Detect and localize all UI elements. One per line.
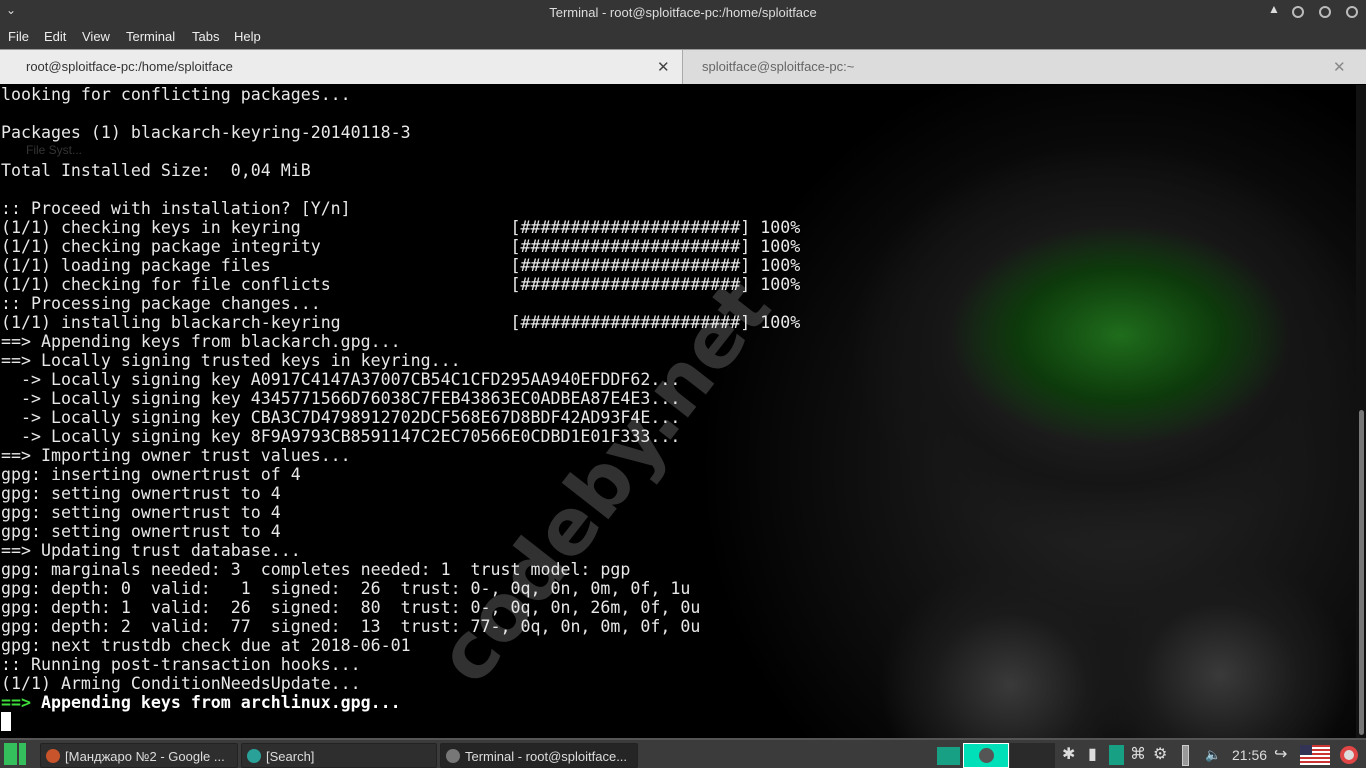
bluetooth-icon[interactable]: ✱ [1062,744,1075,764]
menu-bar: File Edit View Terminal Tabs Help [0,25,1366,49]
terminal-line: gpg: setting ownertrust to 4 [1,522,281,541]
taskbar: [Манджаро №2 - Google ... [Search] Termi… [0,738,1366,768]
taskbar-item-label: [Search] [266,749,315,764]
app-icon[interactable] [1340,746,1358,764]
title-bar: ⌄ Terminal - root@sploitface-pc:/home/sp… [0,0,1366,25]
logout-icon[interactable]: ↪ [1274,744,1287,764]
taskbar-item-terminal[interactable]: Terminal - root@sploitface... [440,743,638,768]
maximize-button[interactable] [1319,6,1331,18]
terminal-line: gpg: setting ownertrust to 4 [1,503,281,522]
terminal-line: (1/1) checking keys in keyring [########… [1,218,801,237]
taskbar-item-label: Terminal - root@sploitface... [465,749,628,764]
terminal-line: (1/1) installing blackarch-keyring [####… [1,313,801,332]
settings-gear-icon[interactable]: ⚙ [1153,744,1167,764]
terminal-line: ==> Locally signing trusted keys in keyr… [1,351,461,370]
scrollbar[interactable] [1356,85,1366,738]
minimize-icon[interactable]: ▲ [1268,2,1280,16]
menu-edit[interactable]: Edit [44,29,66,44]
terminal-line-current: ==> Appending keys from archlinux.gpg... [1,693,800,712]
terminal-line: ==> Importing owner trust values... [1,446,351,465]
terminal-line: (1/1) Arming ConditionNeedsUpdate... [1,674,361,693]
taskbar-item-browser[interactable]: [Манджаро №2 - Google ... [40,743,238,768]
terminal-line: ==> Updating trust database... [1,541,301,560]
workspace-2-active[interactable] [963,743,1009,768]
terminal-line: gpg: inserting ownertrust of 4 [1,465,301,484]
tab-label: root@sploitface-pc:/home/sploitface [26,59,233,74]
battery-icon[interactable] [1182,745,1189,766]
terminal-line: Packages (1) blackarch-keyring-20140118-… [1,123,411,142]
terminal-line: :: Running post-transaction hooks... [1,655,361,674]
volume-icon[interactable]: 🔈 [1205,747,1221,763]
close-tab-icon[interactable]: ✕ [657,58,670,76]
terminal-line: -> Locally signing key A0917C4147A37007C… [1,370,681,389]
terminal-line: -> Locally signing key CBA3C7D4798912702… [1,408,681,427]
terminal-line: gpg: depth: 1 valid: 26 signed: 80 trust… [1,598,701,617]
prompt-arrow: ==> [1,693,31,712]
menu-terminal[interactable]: Terminal [126,29,175,44]
clipboard-icon[interactable]: ▮ [1088,744,1097,764]
terminal-icon [979,748,994,763]
terminal-line: -> Locally signing key 4345771566D76038C… [1,389,681,408]
minimize-button[interactable] [1292,6,1304,18]
tab-bar: root@sploitface-pc:/home/sploitface ✕ sp… [0,49,1366,84]
terminal-line: -> Locally signing key 8F9A9793CB8591147… [1,427,681,446]
window-title: Terminal - root@sploitface-pc:/home/splo… [549,5,817,20]
terminal-output: looking for conflicting packages... Packa… [1,85,800,712]
menu-help[interactable]: Help [234,29,261,44]
terminal-line: gpg: depth: 0 valid: 1 signed: 26 trust:… [1,579,691,598]
terminal-line: looking for conflicting packages... [1,85,351,104]
menu-view[interactable]: View [82,29,110,44]
terminal-line: (1/1) checking package integrity [######… [1,237,801,256]
terminal-cursor [1,712,11,731]
menu-tabs[interactable]: Tabs [192,29,219,44]
close-button[interactable] [1346,6,1358,18]
terminal-line: (1/1) checking for file conflicts [#####… [1,275,801,294]
terminal-line: ==> Appending keys from blackarch.gpg... [1,332,401,351]
manjaro-settings-icon[interactable] [1109,745,1124,765]
taskbar-item-label: [Манджаро №2 - Google ... [65,749,225,764]
wifi-icon[interactable]: ⌘ [1130,744,1146,764]
close-tab-icon[interactable]: ✕ [1333,58,1346,76]
terminal-line: gpg: depth: 2 valid: 77 signed: 13 trust… [1,617,701,636]
clock[interactable]: 21:56 [1232,747,1267,763]
tab-user[interactable]: sploitface@sploitface-pc:~ ✕ [683,50,1366,84]
us-flag-keyboard-layout-icon[interactable] [1300,745,1330,765]
current-message: Appending keys from archlinux.gpg... [30,693,401,712]
workspace-3[interactable] [1010,743,1055,768]
terminal-line: (1/1) loading package files [###########… [1,256,801,275]
terminal-line: gpg: setting ownertrust to 4 [1,484,281,503]
tab-root[interactable]: root@sploitface-pc:/home/sploitface ✕ [0,50,683,84]
manjaro-menu-icon[interactable] [4,743,26,765]
terminal-line: gpg: next trustdb check due at 2018-06-0… [1,636,411,655]
terminal-line: Total Installed Size: 0,04 MiB [1,161,311,180]
scrollbar-thumb[interactable] [1359,410,1364,735]
firefox-icon [46,749,60,763]
search-app-icon [247,749,261,763]
menu-file[interactable]: File [8,29,29,44]
terminal-icon [446,749,460,763]
terminal-line: :: Processing package changes... [1,294,321,313]
terminal-line: gpg: marginals needed: 3 completes neede… [1,560,631,579]
taskbar-item-search[interactable]: [Search] [241,743,437,768]
workspace-1[interactable] [937,747,960,765]
tab-label: sploitface@sploitface-pc:~ [702,59,855,74]
terminal-line: :: Proceed with installation? [Y/n] [1,199,351,218]
terminal-area[interactable]: File Syst... codeby.net looking for conf… [0,85,1366,738]
